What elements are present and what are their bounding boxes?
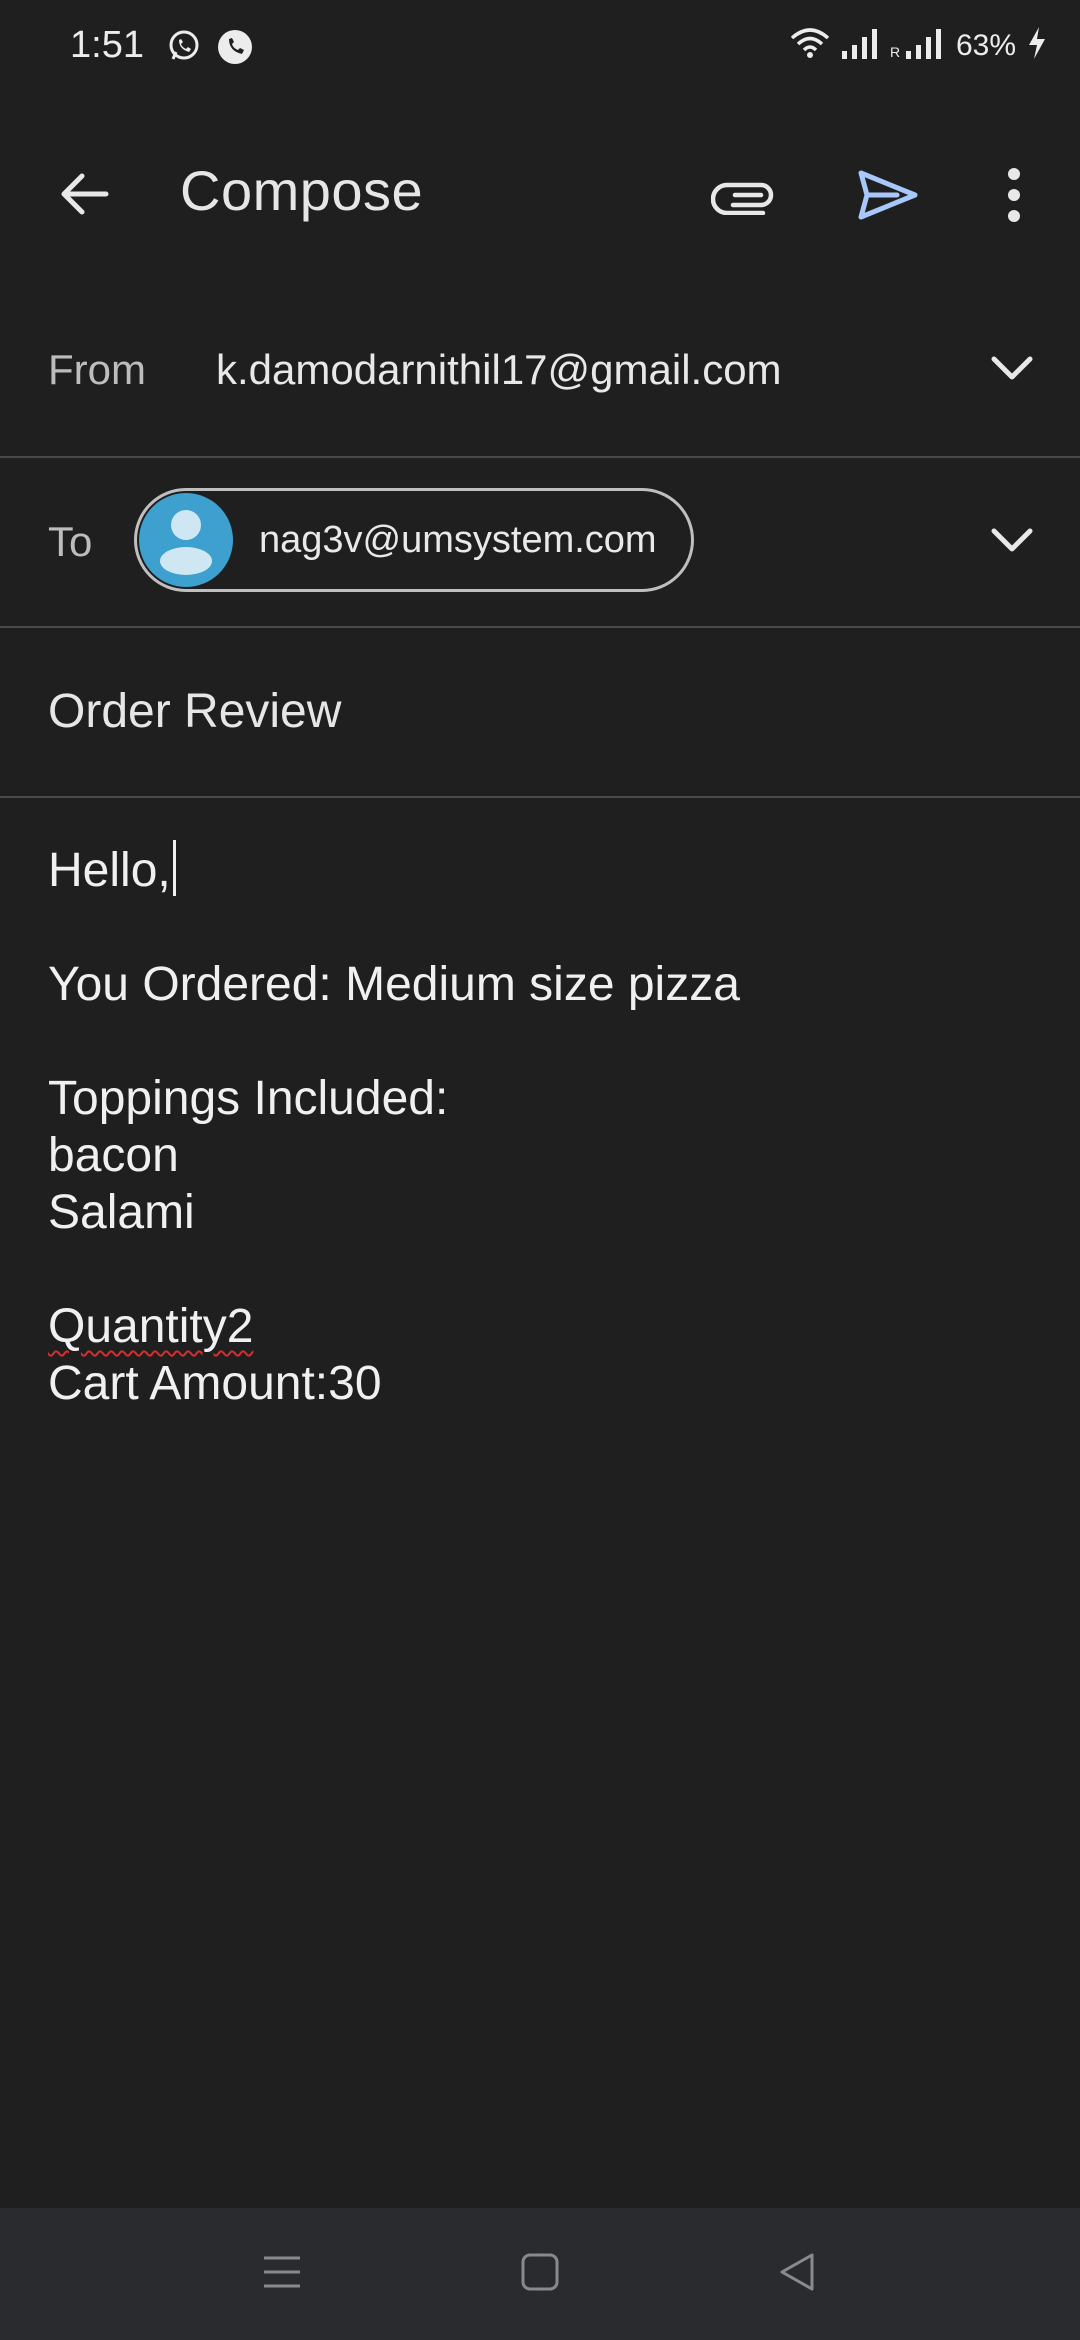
body-line: Toppings Included:: [48, 1072, 449, 1125]
home-button[interactable]: [510, 2244, 570, 2304]
to-label: To: [48, 518, 93, 565]
from-address[interactable]: k.damodarnithil17@gmail.com: [216, 346, 782, 394]
body-line: You Ordered: Medium size pizza: [48, 958, 740, 1011]
subject-row: Order Review: [0, 628, 1080, 798]
misspelled-word[interactable]: Quantity2: [48, 1300, 253, 1353]
chevron-down-icon: [990, 526, 1034, 559]
page-title: Compose: [180, 159, 424, 222]
text-cursor: [172, 840, 176, 896]
body-line: [48, 1241, 1028, 1298]
back-triangle-icon: [778, 2252, 818, 2297]
signal-icon: [840, 27, 880, 64]
send-button[interactable]: [850, 162, 926, 232]
status-notification-icons: [166, 28, 254, 71]
more-options-button[interactable]: [990, 162, 1038, 232]
signal-roaming-icon: R: [890, 27, 946, 64]
body-line: [48, 1013, 1028, 1070]
body-line: Salami: [48, 1186, 195, 1239]
body-line: Hello,: [48, 840, 1028, 899]
body-line: bacon: [48, 1129, 179, 1182]
battery-percentage: 63%: [955, 28, 1016, 62]
back-arrow-icon: [56, 166, 112, 227]
from-row: From k.damodarnithil17@gmail.com: [0, 292, 1080, 458]
status-bar: 1:51 R 63%: [0, 0, 1080, 96]
status-right-icons: R 63%: [790, 26, 1048, 65]
back-button[interactable]: [52, 164, 116, 228]
back-nav-button[interactable]: [768, 2244, 828, 2304]
send-icon: [857, 167, 919, 228]
svg-text:R: R: [890, 44, 900, 59]
menu-icon: [262, 2252, 302, 2297]
avatar: [139, 493, 233, 587]
system-nav-bar: [0, 2208, 1080, 2340]
to-row: To nag3v@umsystem.com: [0, 458, 1080, 628]
subject-field[interactable]: Order Review: [48, 684, 341, 739]
app-bar: Compose: [0, 140, 1080, 250]
from-label: From: [48, 346, 146, 393]
paperclip-icon: [710, 175, 777, 220]
status-time: 1:51: [70, 24, 144, 66]
recents-button[interactable]: [252, 2244, 312, 2304]
from-expand-button[interactable]: [980, 338, 1044, 402]
to-expand-button[interactable]: [980, 510, 1044, 574]
person-icon: [139, 493, 233, 587]
whatsapp-icon: [166, 28, 202, 71]
body-line: Cart Amount:30: [48, 1357, 382, 1410]
more-vert-icon: [1006, 167, 1022, 227]
body-line: [48, 899, 1028, 956]
phone-call-icon: [216, 28, 254, 71]
email-body[interactable]: Hello, You Ordered: Medium size pizza To…: [48, 840, 1028, 1412]
chevron-down-icon: [990, 354, 1034, 387]
home-square-icon: [520, 2252, 560, 2297]
body-line: Quantity2: [48, 1298, 1028, 1355]
recipient-address: nag3v@umsystem.com: [259, 518, 657, 561]
recipient-chip[interactable]: nag3v@umsystem.com: [134, 488, 694, 592]
charging-icon: [1026, 26, 1048, 65]
attach-button[interactable]: [706, 162, 782, 232]
wifi-icon: [790, 26, 830, 65]
